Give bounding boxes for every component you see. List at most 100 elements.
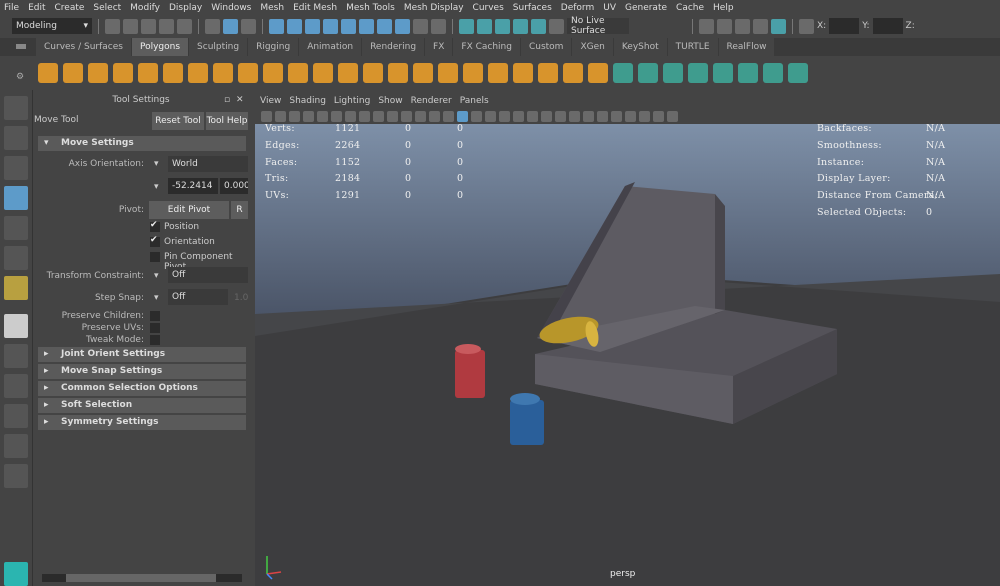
step-snap-select[interactable]: Off: [168, 289, 228, 305]
snap-grid-icon[interactable]: [269, 18, 284, 34]
close-icon[interactable]: ✕: [236, 95, 244, 105]
uv-shelf-icon[interactable]: [738, 63, 758, 83]
poly-shelf-icon[interactable]: [288, 63, 308, 83]
viewport-tool-icon[interactable]: [653, 110, 664, 122]
chevron-down-icon[interactable]: ▾: [154, 293, 159, 303]
shelf-tab-realflow[interactable]: RealFlow: [718, 38, 775, 56]
poly-shelf-icon[interactable]: [263, 63, 283, 83]
poly-shelf-icon[interactable]: [363, 63, 383, 83]
poly-shelf-icon[interactable]: [438, 63, 458, 83]
snap-icon-5[interactable]: [549, 18, 564, 34]
shelf-tab-fx-caching[interactable]: FX Caching: [453, 38, 520, 56]
viewport-tool-icon[interactable]: [527, 110, 538, 122]
uv-shelf-icon[interactable]: [713, 63, 733, 83]
poly-shelf-icon[interactable]: [413, 63, 433, 83]
coord-x-field[interactable]: -52.2414: [168, 178, 218, 194]
lasso-tool-icon[interactable]: [4, 126, 28, 150]
select-component-icon[interactable]: [241, 18, 256, 34]
construction-history-icon[interactable]: [477, 18, 492, 34]
viewport-menu-view[interactable]: View: [260, 96, 281, 106]
viewport-tool-icon[interactable]: [317, 110, 328, 122]
section-move-snap-settings[interactable]: Move Snap Settings: [38, 364, 246, 379]
reset-tool-button[interactable]: Reset Tool: [152, 112, 204, 130]
axis-orientation-select[interactable]: World: [168, 156, 248, 172]
poly-shelf-icon[interactable]: [88, 63, 108, 83]
poly-shelf-icon[interactable]: [513, 63, 533, 83]
shelf-tab-rendering[interactable]: Rendering: [362, 38, 425, 56]
rotate-tool-icon[interactable]: [4, 216, 28, 240]
shelf-tab-keyshot[interactable]: KeyShot: [613, 38, 667, 56]
viewport-tool-icon[interactable]: [513, 110, 524, 122]
poly-shelf-icon[interactable]: [338, 63, 358, 83]
poly-shelf-icon[interactable]: [563, 63, 583, 83]
poly-shelf-icon[interactable]: [163, 63, 183, 83]
viewport-tool-icon[interactable]: [541, 110, 552, 122]
viewport-tool-icon[interactable]: [261, 110, 272, 122]
menu-mesh-tools[interactable]: Mesh Tools: [346, 3, 395, 13]
viewport-tool-icon[interactable]: [331, 110, 342, 122]
layout-outliner-icon[interactable]: [4, 404, 28, 428]
scale-tool-icon[interactable]: [4, 246, 28, 270]
snap-together-icon[interactable]: [431, 18, 446, 34]
uv-shelf-icon[interactable]: [763, 63, 783, 83]
poly-shelf-icon[interactable]: [488, 63, 508, 83]
snap-view-plane-icon[interactable]: [323, 18, 338, 34]
shelf-tab-fx[interactable]: FX: [425, 38, 453, 56]
menu-mesh[interactable]: Mesh: [260, 3, 284, 13]
uv-shelf-icon[interactable]: [613, 63, 633, 83]
viewport-tool-icon[interactable]: [345, 110, 356, 122]
viewport-tool-icon[interactable]: [597, 110, 608, 122]
viewport-tool-icon[interactable]: [639, 110, 650, 122]
viewport-tool-icon[interactable]: [583, 110, 594, 122]
chevron-down-icon[interactable]: ▾: [154, 271, 159, 281]
shelf-menu-icon[interactable]: [16, 44, 26, 49]
pin-component-pivot-checkbox[interactable]: [150, 252, 160, 262]
uv-shelf-icon[interactable]: [663, 63, 683, 83]
select-hierarchy-icon[interactable]: [205, 18, 220, 34]
orientation-checkbox[interactable]: [150, 235, 160, 247]
poly-shelf-icon[interactable]: [213, 63, 233, 83]
section-common-selection-options[interactable]: Common Selection Options: [38, 381, 246, 396]
viewport-tool-icon[interactable]: [611, 110, 622, 122]
step-snap-value[interactable]: 1.0: [234, 293, 248, 303]
uv-shelf-icon[interactable]: [688, 63, 708, 83]
snap-point-icon[interactable]: [305, 18, 320, 34]
poly-shelf-icon[interactable]: [588, 63, 608, 83]
shelf-tab-custom[interactable]: Custom: [520, 38, 572, 56]
menu-surfaces[interactable]: Surfaces: [513, 3, 552, 13]
make-live-icon[interactable]: [459, 18, 474, 34]
menu-mesh-display[interactable]: Mesh Display: [404, 3, 464, 13]
viewport-tool-icon[interactable]: [373, 110, 384, 122]
live-surface-field[interactable]: No Live Surface: [567, 16, 629, 36]
section-joint-orient-settings[interactable]: Joint Orient Settings: [38, 347, 246, 362]
poly-shelf-icon[interactable]: [188, 63, 208, 83]
menu-deform[interactable]: Deform: [561, 3, 594, 13]
hypershade-icon[interactable]: [771, 18, 786, 34]
y-field[interactable]: [872, 18, 903, 34]
viewport-menu-panels[interactable]: Panels: [460, 96, 489, 106]
uv-shelf-icon[interactable]: [788, 63, 808, 83]
viewport-tool-icon[interactable]: [415, 110, 426, 122]
input-output-icon[interactable]: [377, 18, 392, 34]
x-field[interactable]: [829, 18, 860, 34]
menu-select[interactable]: Select: [93, 3, 121, 13]
render-view-icon[interactable]: [699, 18, 714, 34]
poly-shelf-icon[interactable]: [238, 63, 258, 83]
poly-shelf-icon[interactable]: [388, 63, 408, 83]
symmetry-icon[interactable]: [359, 18, 374, 34]
layout-two-icon[interactable]: [4, 374, 28, 398]
viewport-tool-icon[interactable]: [275, 110, 286, 122]
chevron-down-icon[interactable]: ▾: [154, 182, 159, 192]
viewport-menu-renderer[interactable]: Renderer: [411, 96, 452, 106]
layout-graph-icon[interactable]: [4, 434, 28, 458]
snap-curve-icon[interactable]: [287, 18, 302, 34]
menu-file[interactable]: File: [4, 3, 19, 13]
chevron-down-icon[interactable]: ▾: [154, 159, 159, 169]
poly-shelf-icon[interactable]: [538, 63, 558, 83]
ipr-render-icon[interactable]: [735, 18, 750, 34]
layout-single-icon[interactable]: [4, 314, 28, 338]
mode-selector[interactable]: Modeling ▾: [12, 18, 92, 34]
viewport-tool-icon[interactable]: [387, 110, 398, 122]
save-scene-icon[interactable]: [141, 18, 156, 34]
viewport-tool-icon[interactable]: [401, 110, 412, 122]
